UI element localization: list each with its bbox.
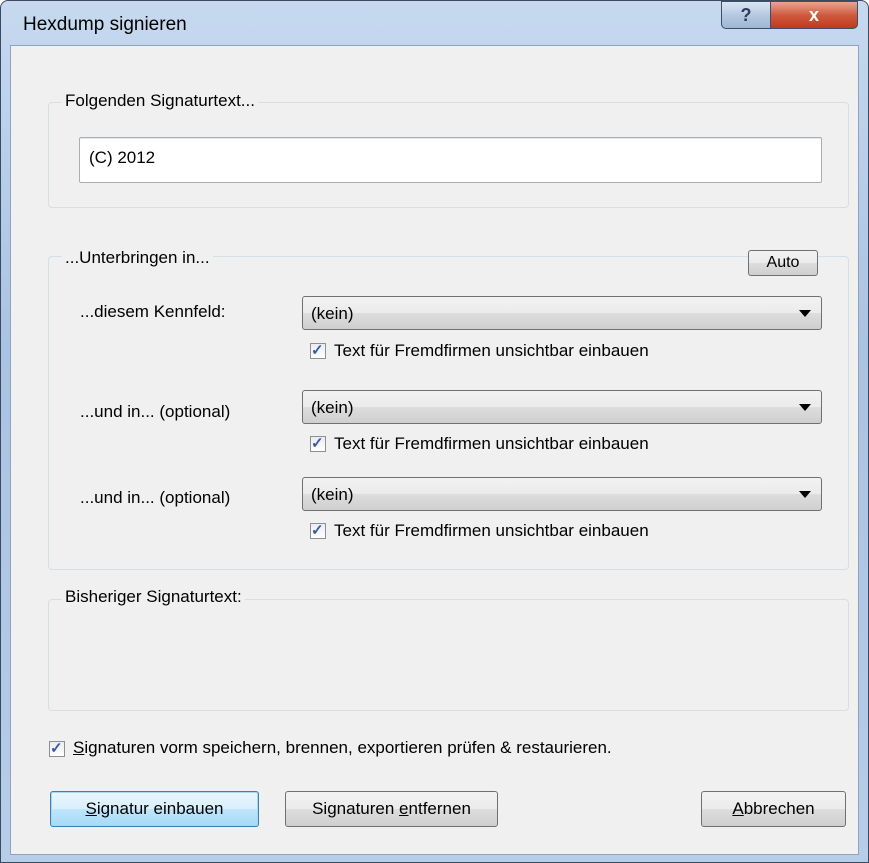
optional-field-label-1: ...und in... (optional) bbox=[80, 402, 231, 421]
remove-signatures-button[interactable]: Signaturen entfernen bbox=[285, 791, 498, 827]
checkmark-icon: ✓ bbox=[311, 342, 324, 359]
window-title: Hexdump signieren bbox=[23, 14, 187, 35]
chevron-down-icon bbox=[799, 310, 811, 317]
checkmark-icon: ✓ bbox=[50, 740, 63, 757]
chevron-down-icon bbox=[799, 491, 811, 498]
chevron-down-icon bbox=[799, 404, 811, 411]
checkmark-icon: ✓ bbox=[311, 522, 324, 539]
close-button[interactable]: x bbox=[770, 1, 858, 29]
signature-text-input[interactable]: (C) 2012 bbox=[79, 137, 822, 183]
invisible-text-checkbox-3[interactable]: ✓ bbox=[310, 522, 326, 539]
previous-signature-group bbox=[48, 599, 849, 711]
kennfeld-dropdown[interactable]: (kein) bbox=[302, 296, 822, 330]
dialog-window: Hexdump signieren ? x Folgenden Signatur… bbox=[0, 0, 869, 863]
embed-signature-button[interactable]: Signatur einbauen bbox=[50, 791, 259, 827]
invisible-text-checkbox-2[interactable]: ✓ bbox=[310, 435, 326, 452]
invisible-text-checkbox-1-label[interactable]: Text für Fremdfirmen unsichtbar einbauen bbox=[334, 341, 649, 361]
optional-field-dropdown-2-value: (kein) bbox=[311, 485, 354, 504]
title-bar[interactable]: Hexdump signieren ? x bbox=[1, 1, 868, 45]
signature-text-group-label: Folgenden Signaturtext... bbox=[62, 91, 258, 111]
checkmark-icon: ✓ bbox=[311, 435, 324, 452]
auto-button[interactable]: Auto bbox=[748, 250, 818, 276]
dialog-client-area: Folgenden Signaturtext... (C) 2012 ...Un… bbox=[10, 45, 859, 855]
verify-signatures-label[interactable]: Signaturen vorm speichern, brennen, expo… bbox=[73, 738, 612, 758]
verify-signatures-checkbox[interactable]: ✓ bbox=[49, 740, 65, 757]
optional-field-dropdown-1-value: (kein) bbox=[311, 398, 354, 417]
invisible-text-checkbox-2-label[interactable]: Text für Fremdfirmen unsichtbar einbauen bbox=[334, 434, 649, 454]
invisible-text-checkbox-1[interactable]: ✓ bbox=[310, 342, 326, 359]
invisible-text-checkbox-3-label[interactable]: Text für Fremdfirmen unsichtbar einbauen bbox=[334, 521, 649, 541]
help-button[interactable]: ? bbox=[721, 1, 771, 29]
optional-field-dropdown-1[interactable]: (kein) bbox=[302, 390, 822, 424]
optional-field-label-2: ...und in... (optional) bbox=[80, 488, 231, 507]
optional-field-dropdown-2[interactable]: (kein) bbox=[302, 477, 822, 511]
previous-signature-group-label: Bisheriger Signaturtext: bbox=[62, 587, 245, 607]
kennfeld-dropdown-value: (kein) bbox=[311, 304, 354, 323]
cancel-button[interactable]: Abbrechen bbox=[701, 791, 846, 827]
placement-group-label: ...Unterbringen in... bbox=[62, 248, 213, 268]
kennfeld-label: ...diesem Kennfeld: bbox=[80, 302, 226, 321]
